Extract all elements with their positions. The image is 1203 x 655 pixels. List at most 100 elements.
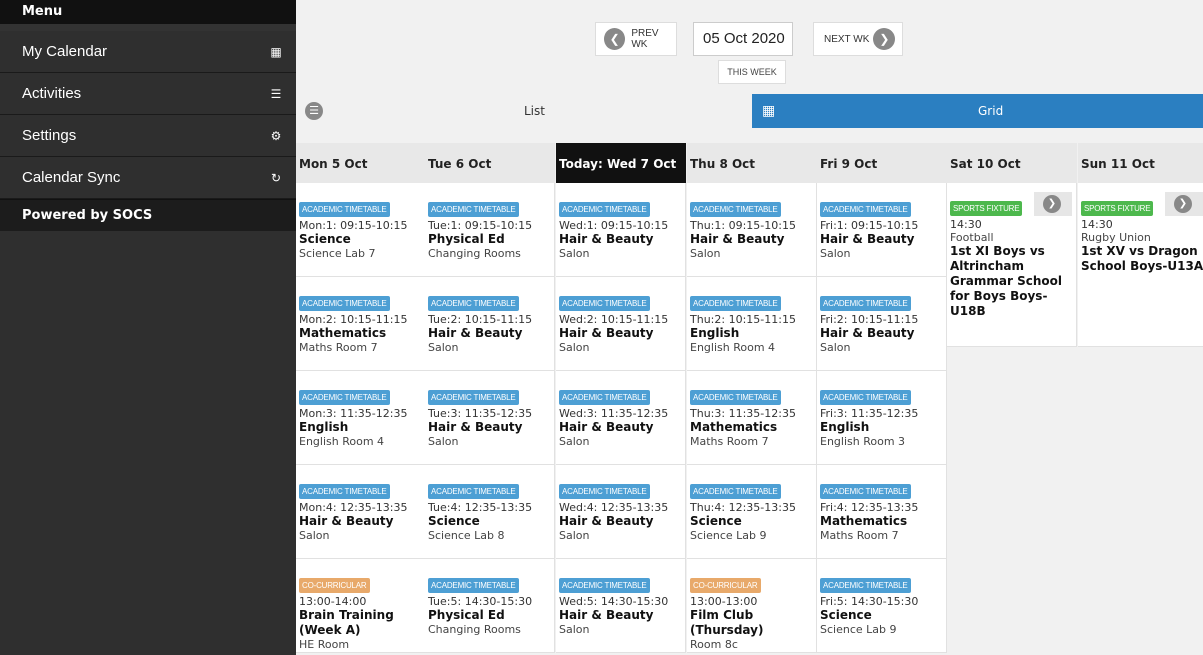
fixture-details-button[interactable]: ❯: [1034, 192, 1072, 216]
event-subject: English: [820, 420, 870, 434]
event-time: Tue:2: 10:15-11:15: [428, 313, 533, 326]
fixture-cell[interactable]: SPORTS FIXTURE ❯ 14:30 Rugby Union 1st XV vs…: [1078, 183, 1203, 347]
event-room: Salon: [559, 623, 590, 636]
event-type-badge: ACADEMIC TIMETABLE: [428, 484, 519, 499]
view-toggle: ☰ List ▦ Grid: [296, 94, 1203, 128]
event-cell[interactable]: ACADEMIC TIMETABLE Fri:2: 10:15-11:15 Hair…: [817, 277, 947, 371]
event-room: Science Lab 9: [690, 529, 767, 542]
sidebar-item-activities[interactable]: Activities ☰: [0, 73, 296, 115]
event-type-badge: ACADEMIC TIMETABLE: [559, 202, 650, 217]
event-subject: Film Club (Thursday): [690, 608, 764, 637]
event-type-badge: ACADEMIC TIMETABLE: [820, 484, 911, 499]
event-cell[interactable]: ACADEMIC TIMETABLE Thu:1: 09:15-10:15 Hair…: [687, 183, 817, 277]
event-subject: Hair & Beauty: [820, 232, 915, 246]
event-subject: English: [690, 326, 740, 340]
fixture-sport: Rugby Union: [1081, 231, 1151, 244]
this-week-button[interactable]: THIS WEEK: [718, 60, 786, 84]
day-column: Thu 8 Oct ACADEMIC TIMETABLE Thu:1: 09:15-…: [687, 143, 817, 653]
event-cell[interactable]: ACADEMIC TIMETABLE Thu:2: 10:15-11:15 Engl…: [687, 277, 817, 371]
event-room: English Room 4: [299, 435, 385, 448]
event-cell[interactable]: ACADEMIC TIMETABLE Tue:2: 10:15-11:15 Hair…: [425, 277, 555, 371]
event-subject: Science: [428, 514, 480, 528]
event-cell[interactable]: ACADEMIC TIMETABLE Mon:1: 09:15-10:15 Scie…: [296, 183, 426, 277]
event-time: Mon:4: 12:35-13:35: [299, 501, 408, 514]
main-content: ❮ PREV WK 05 Oct 2020 NEXT WK ❯ THIS WEE…: [296, 0, 1203, 655]
event-cell[interactable]: ACADEMIC TIMETABLE Tue:1: 09:15-10:15 Phys…: [425, 183, 555, 277]
event-subject: Brain Training (Week A): [299, 608, 394, 637]
event-time: Wed:4: 12:35-13:35: [559, 501, 669, 514]
event-cell[interactable]: CO-CURRICULAR 13:00-13:00 Film Club (Thurs…: [687, 559, 817, 653]
event-room: Salon: [559, 529, 590, 542]
chevron-right-icon: ❯: [873, 28, 896, 50]
event-cell[interactable]: ACADEMIC TIMETABLE Wed:3: 11:35-12:35 Hair…: [556, 371, 686, 465]
sidebar: Menu My Calendar ▦ Activities ☰ Settings…: [0, 0, 296, 655]
event-cell[interactable]: ACADEMIC TIMETABLE Wed:1: 09:15-10:15 Hair…: [556, 183, 686, 277]
event-subject: Hair & Beauty: [690, 232, 785, 246]
event-cell[interactable]: ACADEMIC TIMETABLE Tue:5: 14:30-15:30 Phys…: [425, 559, 555, 653]
sidebar-item-calendar-sync[interactable]: Calendar Sync ↻: [0, 157, 296, 199]
event-time: 13:00-14:00: [299, 595, 367, 608]
gear-icon: ⚙: [270, 129, 282, 143]
event-type-badge: SPORTS FIXTURE: [1081, 201, 1154, 216]
event-type-badge: ACADEMIC TIMETABLE: [428, 390, 519, 405]
tab-grid[interactable]: ▦ Grid: [752, 94, 1203, 128]
event-cell[interactable]: ACADEMIC TIMETABLE Fri:3: 11:35-12:35 Engl…: [817, 371, 947, 465]
event-type-badge: ACADEMIC TIMETABLE: [690, 484, 781, 499]
date-input[interactable]: 05 Oct 2020: [693, 22, 793, 56]
calendar-grid: Mon 5 Oct ACADEMIC TIMETABLE Mon:1: 09:15-…: [296, 128, 1203, 655]
event-room: Changing Rooms: [428, 623, 521, 636]
sidebar-item-settings[interactable]: Settings ⚙: [0, 115, 296, 157]
event-cell[interactable]: ACADEMIC TIMETABLE Fri:5: 14:30-15:30 Scie…: [817, 559, 947, 653]
sidebar-item-label: Settings: [22, 127, 77, 144]
event-subject: English: [299, 420, 349, 434]
day-header: Today: Wed 7 Oct: [556, 143, 686, 183]
event-room: English Room 4: [690, 341, 776, 354]
event-room: Science Lab 7: [299, 247, 376, 260]
event-cell[interactable]: ACADEMIC TIMETABLE Wed:2: 10:15-11:15 Hair…: [556, 277, 686, 371]
event-subject: Hair & Beauty: [820, 326, 915, 340]
event-subject: Hair & Beauty: [428, 326, 523, 340]
next-week-button[interactable]: NEXT WK ❯: [813, 22, 903, 56]
event-cell[interactable]: ACADEMIC TIMETABLE Wed:4: 12:35-13:35 Hair…: [556, 465, 686, 559]
event-cell[interactable]: ACADEMIC TIMETABLE Fri:1: 09:15-10:15 Hair…: [817, 183, 947, 277]
event-subject: Hair & Beauty: [428, 420, 523, 434]
event-cell[interactable]: ACADEMIC TIMETABLE Mon:2: 10:15-11:15 Math…: [296, 277, 426, 371]
event-room: Salon: [820, 247, 851, 260]
prev-week-button[interactable]: ❮ PREV WK: [595, 22, 677, 56]
event-subject: Physical Ed: [428, 232, 505, 246]
fixture-details-button[interactable]: ❯: [1165, 192, 1203, 216]
event-cell[interactable]: ACADEMIC TIMETABLE Tue:4: 12:35-13:35 Scie…: [425, 465, 555, 559]
event-subject: Hair & Beauty: [559, 232, 654, 246]
event-cell[interactable]: ACADEMIC TIMETABLE Thu:4: 12:35-13:35 Scie…: [687, 465, 817, 559]
fixture-cell[interactable]: SPORTS FIXTURE ❯ 14:30 Football 1st XI Boys …: [947, 183, 1077, 347]
event-subject: Science: [299, 232, 351, 246]
day-column: Fri 9 Oct ACADEMIC TIMETABLE Fri:1: 09:15-…: [817, 143, 947, 653]
event-subject: Hair & Beauty: [299, 514, 394, 528]
event-subject: Mathematics: [820, 514, 908, 528]
event-type-badge: ACADEMIC TIMETABLE: [820, 578, 911, 593]
event-subject: Hair & Beauty: [559, 608, 654, 622]
event-subject: Science: [820, 608, 872, 622]
tab-list[interactable]: ☰ List: [296, 94, 752, 128]
event-room: Salon: [559, 247, 590, 260]
event-subject: Science: [690, 514, 742, 528]
event-subject: Physical Ed: [428, 608, 505, 622]
event-cell[interactable]: CO-CURRICULAR 13:00-14:00 Brain Training (…: [296, 559, 426, 653]
event-cell[interactable]: ACADEMIC TIMETABLE Mon:4: 12:35-13:35 Hair…: [296, 465, 426, 559]
sidebar-item-label: My Calendar: [22, 43, 108, 60]
powered-by-link[interactable]: Powered by SOCS: [0, 199, 296, 231]
event-cell[interactable]: ACADEMIC TIMETABLE Tue:3: 11:35-12:35 Hair…: [425, 371, 555, 465]
fixture-time: 14:30: [1081, 218, 1113, 231]
event-subject: Hair & Beauty: [559, 514, 654, 528]
event-cell[interactable]: ACADEMIC TIMETABLE Mon:3: 11:35-12:35 Engl…: [296, 371, 426, 465]
event-cell[interactable]: ACADEMIC TIMETABLE Thu:3: 11:35-12:35 Math…: [687, 371, 817, 465]
event-time: Fri:5: 14:30-15:30: [820, 595, 919, 608]
event-cell[interactable]: ACADEMIC TIMETABLE Fri:4: 12:35-13:35 Math…: [817, 465, 947, 559]
event-type-badge: SPORTS FIXTURE: [950, 201, 1023, 216]
day-column: Today: Wed 7 Oct ACADEMIC TIMETABLE Wed:1:…: [556, 143, 686, 653]
event-cell[interactable]: ACADEMIC TIMETABLE Wed:5: 14:30-15:30 Hair…: [556, 559, 686, 653]
list-icon: ☰: [305, 102, 323, 120]
fixture-title: 1st XI Boys vs Altrincham Grammar School…: [950, 244, 1062, 318]
sidebar-item-my-calendar[interactable]: My Calendar ▦: [0, 31, 296, 73]
event-subject: Hair & Beauty: [559, 420, 654, 434]
